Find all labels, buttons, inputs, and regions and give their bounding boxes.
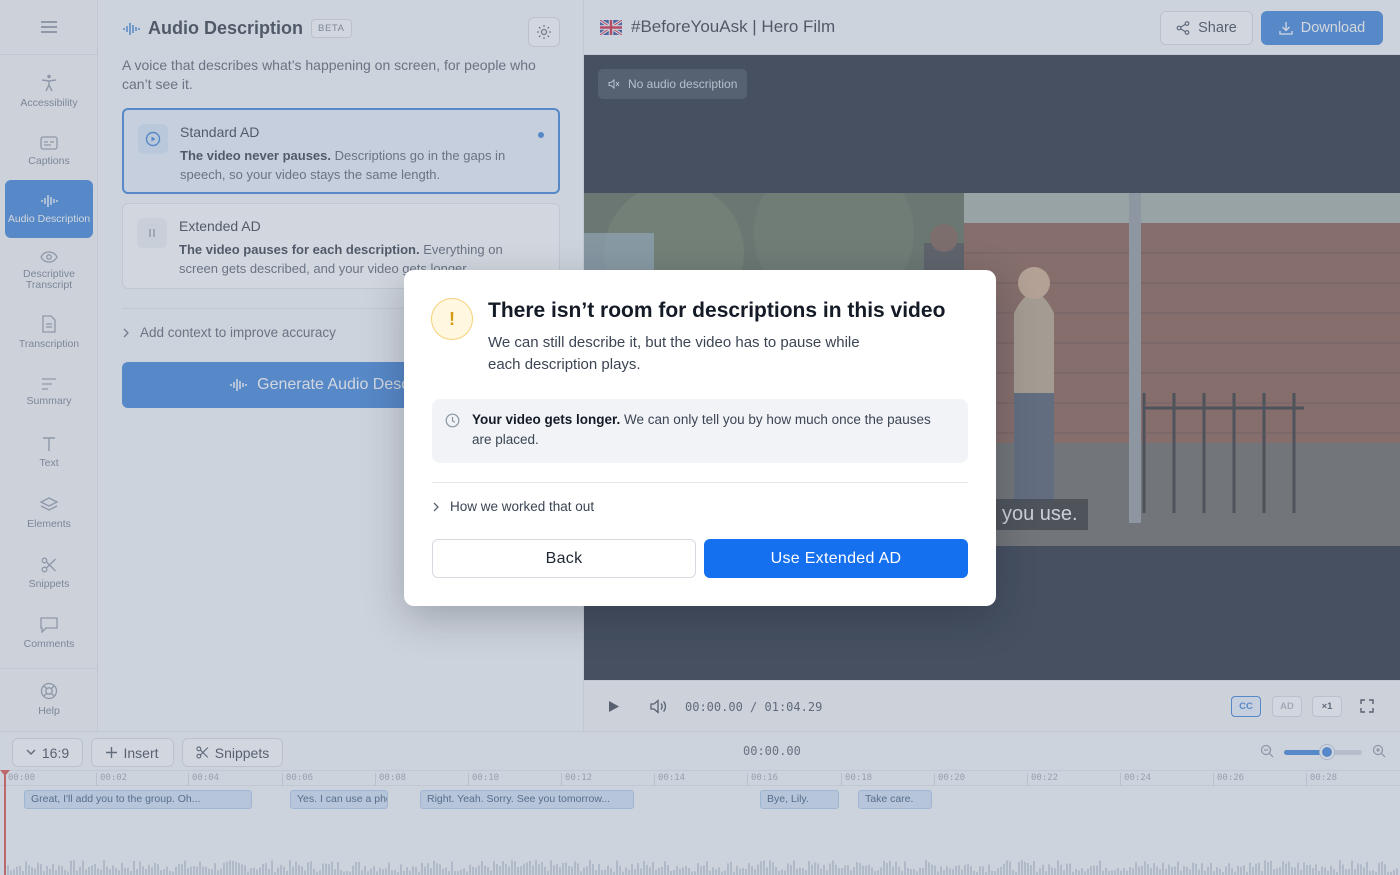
use-extended-ad-button[interactable]: Use Extended AD (704, 539, 968, 578)
back-button[interactable]: Back (432, 539, 696, 578)
how-we-worked-toggle[interactable]: How we worked that out (432, 499, 594, 514)
chevron-right-icon (433, 502, 439, 511)
dialog-title: There isn’t room for descriptions in thi… (488, 299, 946, 322)
how-label: How we worked that out (450, 499, 595, 514)
warning-icon: ! (431, 298, 473, 340)
dialog-subtitle: We can still describe it, but the video … (488, 334, 860, 373)
clock-icon (445, 413, 460, 428)
info-callout: Your video gets longer. We can only tell… (432, 399, 968, 463)
info-bold: Your video gets longer. (472, 412, 621, 427)
dialog-divider (432, 482, 968, 483)
no-room-dialog: ! There isn’t room for descriptions in t… (404, 270, 996, 606)
